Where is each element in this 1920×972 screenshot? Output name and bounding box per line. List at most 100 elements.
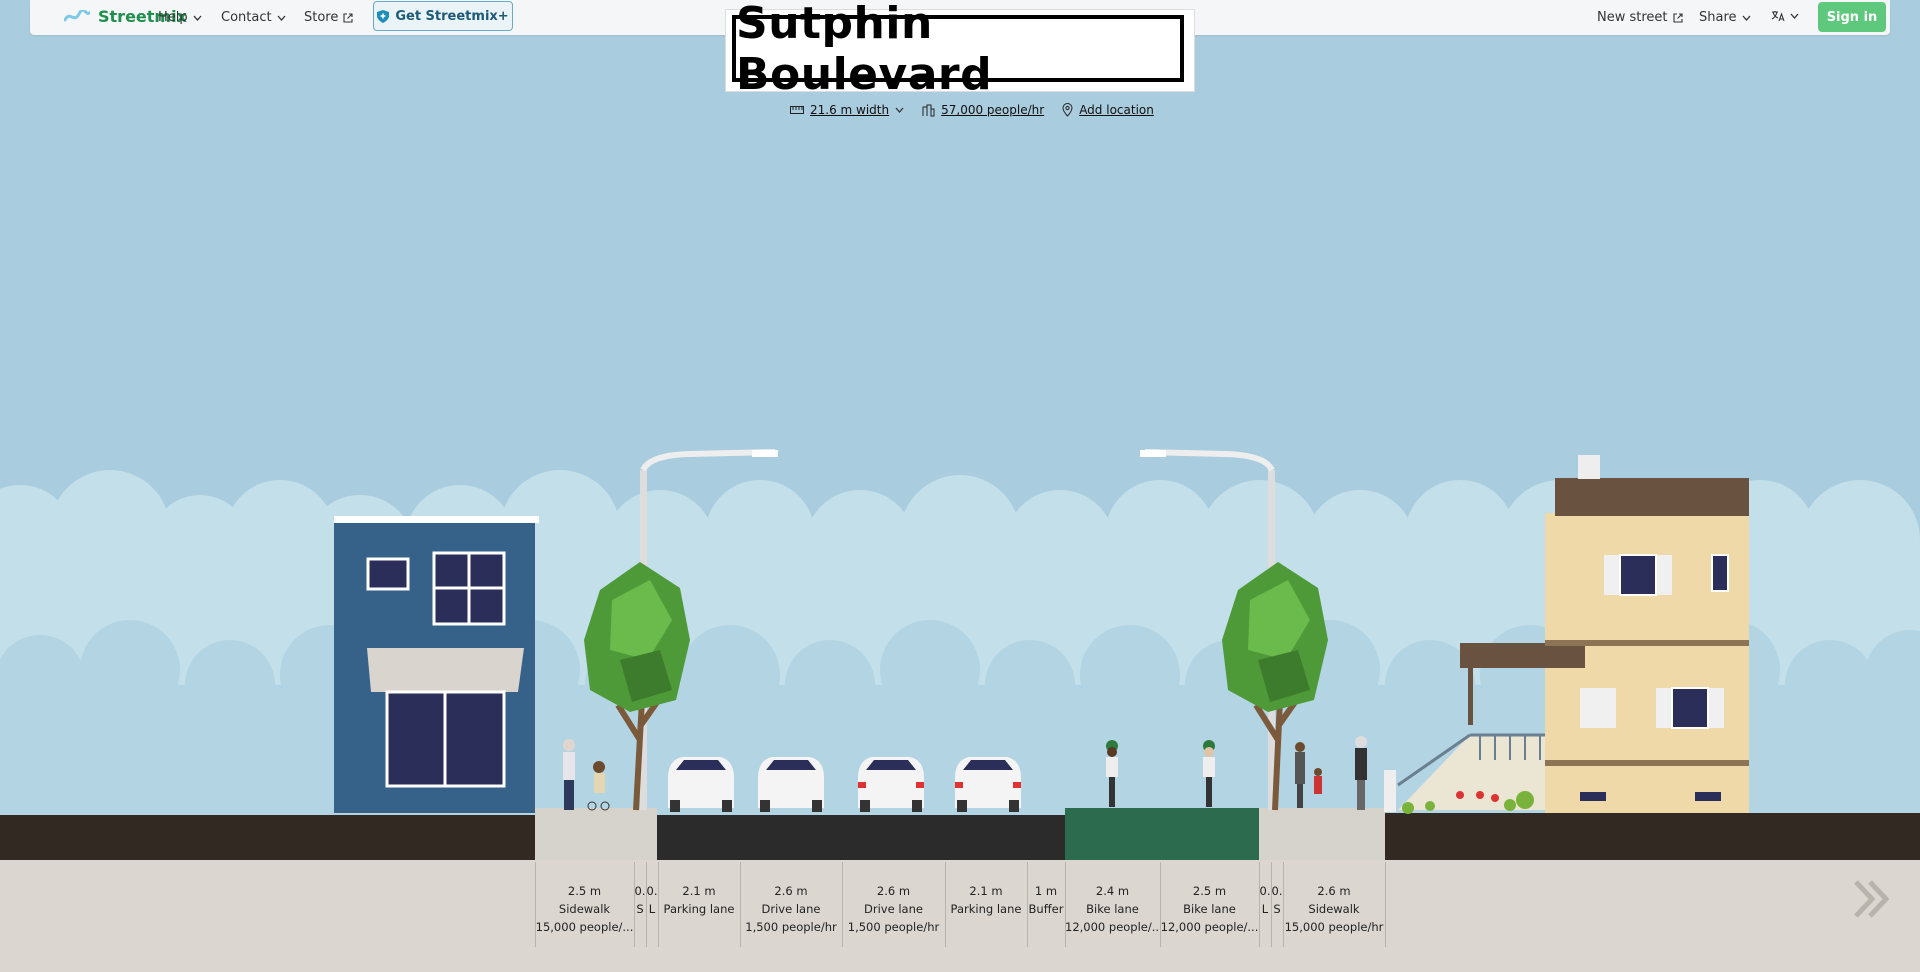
segment-label[interactable]: 2.6 m Drive lane 1,500 people/hr bbox=[740, 882, 842, 936]
share-menu[interactable]: Share bbox=[1699, 10, 1751, 25]
segment-width: 1 m bbox=[1034, 884, 1058, 898]
segment-width: 2.5 m bbox=[1192, 884, 1227, 898]
store-link-label: Store bbox=[304, 10, 339, 25]
street-name: Sutphin Boulevard bbox=[736, 0, 993, 100]
segment-capacity: 12,000 people/... bbox=[1160, 920, 1259, 934]
segment-capacity: 15,000 people/hr bbox=[1284, 920, 1384, 934]
segment-name: Parking lane bbox=[950, 902, 1022, 916]
segment-label[interactable]: 0. S bbox=[1271, 882, 1283, 918]
segment-width: 2.6 m bbox=[1317, 884, 1351, 898]
car-drive-left[interactable] bbox=[758, 757, 824, 812]
segment-name: Bike lane bbox=[1183, 902, 1236, 916]
chevron-down-icon bbox=[895, 107, 904, 113]
street-section-illustration bbox=[334, 449, 1920, 860]
segment-divider bbox=[658, 862, 659, 947]
new-street-link[interactable]: New street bbox=[1597, 10, 1683, 25]
get-streetmix-plus-label: Get Streetmix+ bbox=[395, 8, 509, 24]
street-name-border: Sutphin Boulevard bbox=[732, 0, 1184, 100]
car-parked-left[interactable] bbox=[668, 757, 734, 812]
segment-label[interactable]: 0. L bbox=[1259, 882, 1271, 918]
car-parked-right[interactable] bbox=[955, 757, 1021, 812]
segment-divider bbox=[945, 862, 946, 947]
tree-right[interactable] bbox=[1222, 562, 1328, 811]
segment-divider bbox=[634, 862, 635, 947]
segment-label[interactable]: 2.5 m Bike lane 12,000 people/... bbox=[1160, 882, 1259, 936]
get-streetmix-plus-button[interactable]: Get Streetmix+ bbox=[373, 1, 513, 31]
shield-plus-icon bbox=[377, 9, 390, 23]
street-width-menu[interactable]: 21.6 m width bbox=[790, 103, 904, 117]
segment-width: 0. bbox=[634, 884, 646, 898]
right-building[interactable] bbox=[1384, 455, 1920, 815]
segment-label[interactable]: 2.4 m Bike lane 12,000 people/... bbox=[1065, 882, 1160, 936]
cyclist-left[interactable] bbox=[1106, 740, 1118, 807]
street-capacity: 57,000 people/hr bbox=[941, 103, 1045, 117]
cyclist-right[interactable] bbox=[1203, 740, 1215, 807]
segment-divider bbox=[1385, 862, 1386, 947]
segment-width: 2.4 m bbox=[1095, 884, 1130, 898]
segment-name: Drive lane bbox=[864, 902, 923, 916]
segment-label[interactable]: 2.6 m Sidewalk 15,000 people/hr bbox=[1283, 882, 1385, 936]
segment-width: 2.6 m bbox=[774, 884, 808, 898]
segment-divider bbox=[535, 862, 536, 947]
chevron-down-icon bbox=[193, 15, 202, 21]
segment-name: Drive lane bbox=[761, 902, 821, 916]
contact-menu[interactable]: Contact bbox=[221, 10, 286, 25]
street-name-plate[interactable]: Sutphin Boulevard bbox=[726, 0, 1194, 100]
street-capacity-link[interactable]: 57,000 people/hr bbox=[922, 103, 1044, 117]
segment-name: S bbox=[1273, 902, 1281, 916]
scroll-right-icon[interactable] bbox=[1852, 878, 1892, 920]
sign-in-button[interactable]: Sign in bbox=[1818, 2, 1886, 32]
help-menu-label: Help bbox=[158, 10, 188, 25]
help-menu[interactable]: Help bbox=[158, 10, 202, 25]
segment-divider bbox=[1271, 862, 1272, 947]
segment-divider bbox=[1160, 862, 1161, 947]
segment-width: 2.1 m bbox=[682, 884, 716, 898]
segment-divider bbox=[842, 862, 843, 947]
add-location: Add location bbox=[1079, 103, 1154, 117]
segment-label[interactable]: 2.6 m Drive lane 1,500 people/hr bbox=[842, 882, 945, 936]
left-sidewalk-base bbox=[535, 815, 657, 860]
external-link-icon bbox=[343, 12, 353, 23]
chevron-down-icon bbox=[277, 15, 286, 21]
segment-width: 2.6 m bbox=[876, 884, 911, 898]
new-street-label: New street bbox=[1597, 10, 1668, 25]
add-location-link[interactable]: Add location bbox=[1062, 103, 1154, 117]
segment-divider bbox=[1065, 862, 1066, 947]
segment-divider bbox=[1027, 862, 1028, 947]
pedestrians-left[interactable] bbox=[563, 739, 610, 811]
segment-label[interactable]: 0. S bbox=[634, 882, 646, 918]
left-building[interactable] bbox=[334, 516, 539, 813]
segment-name: L bbox=[648, 902, 656, 916]
chevron-down-icon bbox=[1790, 13, 1799, 19]
street-width: 21.6 m width bbox=[810, 103, 890, 117]
car-drive-right[interactable] bbox=[858, 757, 924, 812]
translate-icon bbox=[1771, 11, 1785, 22]
language-menu[interactable] bbox=[1771, 10, 1799, 22]
segment-divider bbox=[1259, 862, 1260, 947]
segment-label[interactable]: 2.1 m Parking lane bbox=[658, 882, 740, 918]
segment-name: Bike lane bbox=[1086, 902, 1139, 916]
segment-name: Parking lane bbox=[663, 902, 735, 916]
segment-capacity: 1,500 people/hr bbox=[847, 920, 940, 934]
pedestrians-right[interactable] bbox=[1295, 736, 1367, 810]
segment-name: Sidewalk bbox=[1308, 902, 1360, 916]
chevron-down-icon bbox=[1742, 15, 1751, 21]
segment-name: L bbox=[1261, 902, 1269, 916]
segment-width: 0. bbox=[1271, 884, 1283, 898]
buildings-icon bbox=[922, 104, 935, 116]
segment-capacity: 15,000 people/... bbox=[535, 920, 634, 934]
street-metadata: 21.6 m width 57,000 people/hr Add locati… bbox=[790, 103, 1154, 117]
segment-label[interactable]: 2.1 m Parking lane bbox=[945, 882, 1027, 918]
segment-label[interactable]: 2.5 m Sidewalk 15,000 people/... bbox=[535, 882, 634, 936]
store-link[interactable]: Store bbox=[304, 10, 353, 25]
segment-label[interactable]: 0. L bbox=[646, 882, 658, 918]
location-pin-icon bbox=[1062, 103, 1073, 117]
ruler-icon bbox=[790, 106, 804, 114]
segment-name: Buffer bbox=[1028, 902, 1064, 916]
road-base bbox=[657, 815, 1065, 860]
segment-width: 2.1 m bbox=[969, 884, 1003, 898]
segment-name: S bbox=[636, 902, 644, 916]
segment-divider bbox=[740, 862, 741, 947]
segment-label[interactable]: 1 m Buffer bbox=[1027, 882, 1065, 918]
segment-name: Sidewalk bbox=[558, 902, 611, 916]
